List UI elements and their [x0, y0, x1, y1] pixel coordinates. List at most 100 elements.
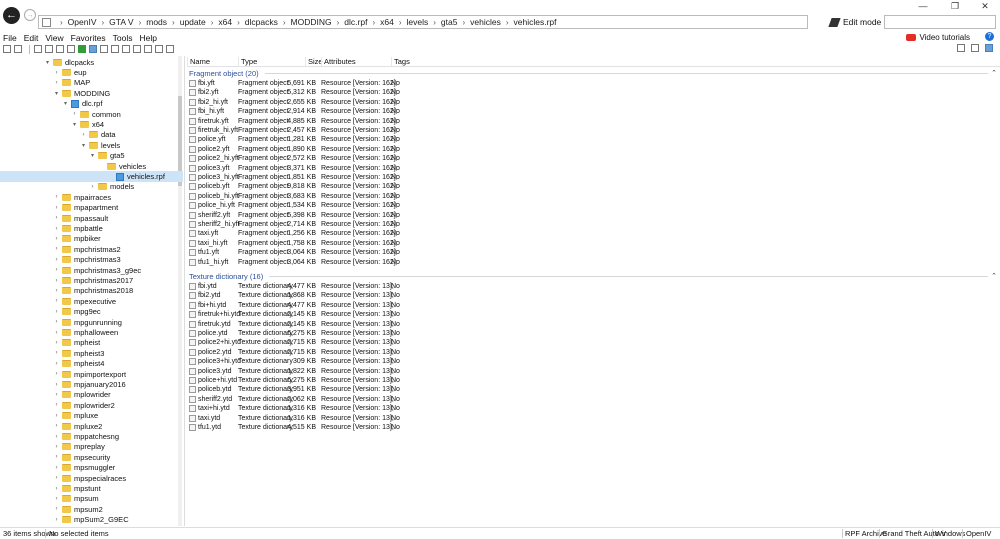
tree-item[interactable]: › mpSum2_G9EC: [0, 515, 183, 525]
breadcrumb-segment[interactable]: › levels: [394, 17, 428, 27]
chevron-right-icon[interactable]: ›: [53, 496, 60, 502]
chevron-right-icon[interactable]: ›: [53, 454, 60, 460]
breadcrumb-segment[interactable]: › update: [167, 17, 206, 27]
tree-item[interactable]: › mpassault: [0, 213, 183, 223]
file-row[interactable]: police3+hi.ytd Texture dictionary 309 KB Re…: [187, 357, 1000, 366]
chevron-right-icon[interactable]: ›: [53, 371, 60, 377]
file-row[interactable]: tfu1.yft Fragment object 3,064 KB Resource …: [187, 248, 1000, 257]
tree-item[interactable]: › mpchristmas2018: [0, 286, 183, 296]
file-row[interactable]: firetruk.ytd Texture dictionary 2,145 KB Re…: [187, 320, 1000, 329]
chevron-down-icon[interactable]: ▾: [44, 59, 51, 66]
menu-tools[interactable]: Tools: [113, 33, 133, 43]
new-dropdown-icon[interactable]: [14, 45, 22, 53]
file-row[interactable]: fbi_hi.yft Fragment object 2,914 KB Resourc…: [187, 107, 1000, 116]
tree-item[interactable]: › mphalloween: [0, 327, 183, 337]
breadcrumb-segment[interactable]: › gta5: [428, 17, 457, 27]
breadcrumb-segment[interactable]: › dlc.rpf: [332, 17, 368, 27]
tree-item[interactable]: › mpbattle: [0, 223, 183, 233]
tree-item[interactable]: › mpsum2: [0, 504, 183, 514]
chevron-right-icon[interactable]: ›: [53, 434, 60, 440]
col-tags-header[interactable]: Tags: [391, 57, 410, 66]
tree-item[interactable]: › mplowrider: [0, 390, 183, 400]
view-details-icon[interactable]: [971, 44, 979, 52]
chevron-right-icon[interactable]: ›: [53, 80, 60, 86]
tree-item[interactable]: vehicles: [0, 161, 183, 171]
file-row[interactable]: police.yft Fragment object 1,281 KB Resourc…: [187, 135, 1000, 144]
file-row[interactable]: fbi.yft Fragment object 5,691 KB Resource […: [187, 79, 1000, 88]
tree-item[interactable]: › mpspecialraces: [0, 473, 183, 483]
file-row[interactable]: sheriff2.ytd Texture dictionary 2,062 KB Re…: [187, 395, 1000, 404]
tree-item[interactable]: › models: [0, 182, 183, 192]
file-row[interactable]: police3_hi.yft Fragment object 1,851 KB Res…: [187, 173, 1000, 182]
tree-item[interactable]: › mpheist4: [0, 359, 183, 369]
file-row[interactable]: police2_hi.yft Fragment object 2,572 KB Res…: [187, 154, 1000, 163]
chevron-right-icon[interactable]: ›: [53, 506, 60, 512]
tree-item[interactable]: › mpstunt: [0, 483, 183, 493]
root-crumb[interactable]: [42, 17, 55, 27]
menu-file[interactable]: File: [3, 33, 17, 43]
edit-mode-button[interactable]: Edit mode: [828, 15, 881, 29]
col-attributes-header[interactable]: Attributes: [321, 57, 356, 66]
tree-item[interactable]: › mpchristmas3_g9ec: [0, 265, 183, 275]
tree-item[interactable]: › mpchristmas2: [0, 244, 183, 254]
chevron-right-icon[interactable]: ›: [53, 70, 60, 76]
tree-item[interactable]: › MAP: [0, 78, 183, 88]
col-size-header[interactable]: Size: [305, 57, 323, 66]
chevron-down-icon[interactable]: ▾: [80, 142, 87, 149]
breadcrumb-segment[interactable]: › vehicles: [457, 17, 500, 27]
file-row[interactable]: policeb.yft Fragment object 9,818 KB Resour…: [187, 182, 1000, 191]
tree-item[interactable]: ▾ gta5: [0, 151, 183, 161]
new-file-icon[interactable]: [3, 45, 11, 53]
chevron-right-icon[interactable]: ›: [53, 298, 60, 304]
file-row[interactable]: firetruk+hi.ytd Texture dictionary 2,145 K…: [187, 310, 1000, 319]
maximize-button[interactable]: ❐: [940, 0, 970, 12]
file-row[interactable]: fbi2_hi.yft Fragment object 2,655 KB Resour…: [187, 98, 1000, 107]
properties-icon[interactable]: [100, 45, 108, 53]
file-row[interactable]: police3.ytd Texture dictionary 1,822 KB Res…: [187, 367, 1000, 376]
chevron-right-icon[interactable]: ›: [53, 194, 60, 200]
chevron-right-icon[interactable]: ›: [53, 267, 60, 273]
tree-item[interactable]: › eup: [0, 67, 183, 77]
chevron-right-icon[interactable]: ›: [53, 340, 60, 346]
tree-item[interactable]: › mpgunrunning: [0, 317, 183, 327]
chevron-right-icon[interactable]: ›: [80, 132, 87, 138]
breadcrumb-segment[interactable]: › x64: [206, 17, 232, 27]
forward-button[interactable]: →: [24, 9, 36, 21]
chevron-up-icon[interactable]: ⌃: [991, 69, 997, 77]
file-row[interactable]: firetruk_hi.yft Fragment object 2,457 KB Re…: [187, 126, 1000, 135]
group-header[interactable]: Fragment object (20) ⌃: [189, 68, 997, 78]
file-row[interactable]: police.ytd Texture dictionary 6,275 KB Reso…: [187, 329, 1000, 338]
tree-item[interactable]: › mpsum: [0, 494, 183, 504]
file-row[interactable]: policeb_hi.yft Fragment object 3,683 KB Res…: [187, 192, 1000, 201]
tree-item[interactable]: › data: [0, 130, 183, 140]
chevron-right-icon[interactable]: ›: [53, 246, 60, 252]
file-row[interactable]: police2+hi.ytd Texture dictionary 2,715 KB…: [187, 338, 1000, 347]
menu-edit[interactable]: Edit: [24, 33, 39, 43]
file-row[interactable]: police2.yft Fragment object 1,890 KB Resour…: [187, 145, 1000, 154]
chevron-right-icon[interactable]: ›: [53, 423, 60, 429]
chevron-right-icon[interactable]: ›: [53, 309, 60, 315]
tree-item[interactable]: › mpluxe2: [0, 421, 183, 431]
breadcrumb-segment[interactable]: › MODDING: [278, 17, 332, 27]
col-type-header[interactable]: Type: [238, 57, 257, 66]
file-row[interactable]: police3.yft Fragment object 3,371 KB Resour…: [187, 164, 1000, 173]
delete-icon[interactable]: [122, 45, 130, 53]
chevron-right-icon[interactable]: ›: [53, 392, 60, 398]
close-button[interactable]: ✕: [970, 0, 1000, 12]
chevron-right-icon[interactable]: ›: [53, 465, 60, 471]
chevron-right-icon[interactable]: ›: [53, 278, 60, 284]
tree-item[interactable]: › mpluxe: [0, 411, 183, 421]
minimize-button[interactable]: —: [908, 0, 938, 12]
file-row[interactable]: police_hi.yft Fragment object 1,534 KB Reso…: [187, 201, 1000, 210]
import-icon[interactable]: [78, 45, 86, 53]
tree-item[interactable]: ▾ levels: [0, 140, 183, 150]
chevron-right-icon[interactable]: ›: [89, 184, 96, 190]
file-row[interactable]: fbi.ytd Texture dictionary 4,477 KB Resourc…: [187, 282, 1000, 291]
extract-icon[interactable]: [133, 45, 141, 53]
tree-item[interactable]: › mpheist3: [0, 348, 183, 358]
help-icon[interactable]: ?: [985, 32, 994, 41]
video-tutorials-link[interactable]: Video tutorials: [906, 32, 970, 43]
file-row[interactable]: firetruk.yft Fragment object 4,885 KB Resou…: [187, 117, 1000, 126]
tree-item[interactable]: › mpreplay: [0, 442, 183, 452]
tree-item[interactable]: › mpsmuggler: [0, 463, 183, 473]
